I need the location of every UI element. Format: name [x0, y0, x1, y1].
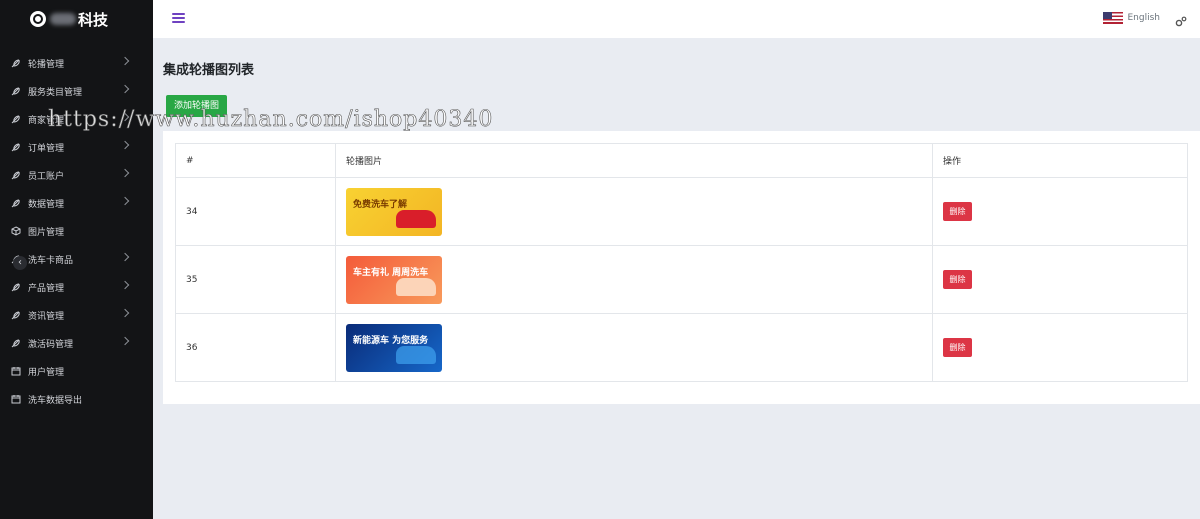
feather-icon — [10, 114, 21, 125]
sidebar-item-label: 服务类目管理 — [28, 87, 83, 98]
sidebar-item-staff[interactable]: 员工账户 — [0, 161, 153, 189]
chevron-right-icon — [120, 252, 130, 262]
column-header-id: # — [175, 143, 336, 178]
table-row: 36 新能源车 为您服务 删除 — [175, 313, 1188, 382]
sidebar-item-activation-code[interactable]: 激活码管理 — [0, 329, 153, 357]
feather-icon — [10, 338, 21, 349]
brand-name: 科技 — [78, 10, 109, 29]
cube-icon — [10, 226, 21, 237]
delete-button[interactable]: 删除 — [943, 202, 972, 221]
table-row: 35 车主有礼 周周洗车 删除 — [175, 245, 1188, 314]
actions-cell: 删除 — [932, 177, 1188, 246]
actions-cell: 删除 — [932, 245, 1188, 314]
chevron-right-icon — [120, 56, 130, 66]
feather-icon — [10, 282, 21, 293]
banner-text: 新能源车 为您服务 — [353, 335, 429, 346]
page-title: 集成轮播图列表 — [163, 63, 255, 78]
row-id: 34 — [175, 177, 336, 246]
banner-image[interactable]: 免费洗车了解 — [346, 187, 442, 236]
sidebar-item-label: 员工账户 — [28, 171, 65, 182]
brand[interactable]: 科技 — [0, 0, 153, 38]
sidebar-item-label: 图片管理 — [28, 227, 65, 238]
sidebar-item-label: 数据管理 — [28, 199, 65, 210]
hamburger-icon[interactable] — [172, 13, 185, 23]
sidebar-item-service-category[interactable]: 服务类目管理 — [0, 77, 153, 105]
sidebar-item-wash-export[interactable]: 洗车数据导出 — [0, 385, 153, 413]
sidebar-item-label: 洗车卡商品 — [28, 255, 74, 266]
sidebar-item-label: 轮播管理 — [28, 59, 65, 70]
blurred-brand-text — [50, 13, 76, 25]
chevron-right-icon — [120, 140, 130, 150]
sidebar-item-label: 激活码管理 — [28, 339, 74, 350]
sidebar-item-label: 商家管理 — [28, 115, 65, 126]
add-banner-button[interactable]: 添加轮播图 — [166, 95, 227, 117]
banner-text: 免费洗车了解 — [353, 199, 408, 210]
feather-icon — [10, 310, 21, 321]
chevron-right-icon — [120, 196, 130, 206]
banner-text: 车主有礼 周周洗车 — [353, 267, 429, 278]
sidebar: 科技 轮播管理 服务类目管理 商家管理 订单管理 员工账户 数据管理 图片管理 … — [0, 0, 153, 519]
table-row: 34 免费洗车了解 删除 — [175, 177, 1188, 246]
language-selector[interactable]: English — [1102, 12, 1161, 24]
row-id: 35 — [175, 245, 336, 314]
feather-icon — [10, 170, 21, 181]
banner-list-card: # 轮播图片 操作 34 免费洗车了解 删除 35 车主有礼 周周洗车 删除 3… — [163, 131, 1200, 404]
sidebar-item-banner[interactable]: 轮播管理 — [0, 49, 153, 77]
sidebar-item-label: 资讯管理 — [28, 311, 65, 322]
sidebar-item-news[interactable]: 资讯管理 — [0, 301, 153, 329]
gift-graphic — [396, 277, 436, 296]
sidebar-item-label: 产品管理 — [28, 283, 65, 294]
sidebar-item-users[interactable]: 用户管理 — [0, 357, 153, 385]
chevron-right-icon — [120, 308, 130, 318]
chevron-right-icon — [120, 336, 130, 346]
delete-button[interactable]: 删除 — [943, 270, 972, 289]
language-label: English — [1127, 13, 1161, 23]
banner-image[interactable]: 车主有礼 周周洗车 — [346, 255, 442, 304]
banner-image[interactable]: 新能源车 为您服务 — [346, 323, 442, 372]
collapse-sidebar-icon[interactable]: ‹ — [13, 256, 27, 270]
chevron-right-icon — [120, 84, 130, 94]
feather-icon — [10, 198, 21, 209]
feather-icon — [10, 142, 21, 153]
sidebar-item-data[interactable]: 数据管理 — [0, 189, 153, 217]
actions-cell: 删除 — [932, 313, 1188, 382]
banner-cell: 新能源车 为您服务 — [335, 313, 933, 382]
feather-icon — [10, 58, 21, 69]
banner-cell: 车主有礼 周周洗车 — [335, 245, 933, 314]
chevron-right-icon — [120, 280, 130, 290]
sidebar-item-products[interactable]: 产品管理 — [0, 273, 153, 301]
chevron-right-icon — [120, 112, 130, 122]
banner-table: # 轮播图片 操作 34 免费洗车了解 删除 35 车主有礼 周周洗车 删除 3… — [175, 143, 1188, 382]
sidebar-item-images[interactable]: 图片管理 — [0, 217, 153, 245]
gears-icon[interactable] — [1175, 13, 1187, 27]
sidebar-item-orders[interactable]: 订单管理 — [0, 133, 153, 161]
column-header-actions: 操作 — [932, 143, 1188, 178]
chevron-right-icon — [120, 168, 130, 178]
calendar-icon — [10, 394, 21, 405]
car-graphic — [396, 209, 436, 228]
delete-button[interactable]: 删除 — [943, 338, 972, 357]
logo-icon — [30, 11, 46, 27]
car-graphic — [396, 345, 436, 364]
banner-cell: 免费洗车了解 — [335, 177, 933, 246]
calendar-icon — [10, 366, 21, 377]
feather-icon — [10, 86, 21, 97]
topbar: English — [153, 0, 1200, 38]
us-flag-icon — [1102, 12, 1123, 24]
column-header-image: 轮播图片 — [335, 143, 933, 178]
sidebar-item-label: 用户管理 — [28, 367, 65, 378]
table-header-row: # 轮播图片 操作 — [175, 143, 1188, 178]
sidebar-item-label: 订单管理 — [28, 143, 65, 154]
sidebar-item-merchant[interactable]: 商家管理 — [0, 105, 153, 133]
row-id: 36 — [175, 313, 336, 382]
sidebar-item-label: 洗车数据导出 — [28, 395, 83, 406]
sidebar-nav: 轮播管理 服务类目管理 商家管理 订单管理 员工账户 数据管理 图片管理 洗车卡… — [0, 49, 153, 413]
